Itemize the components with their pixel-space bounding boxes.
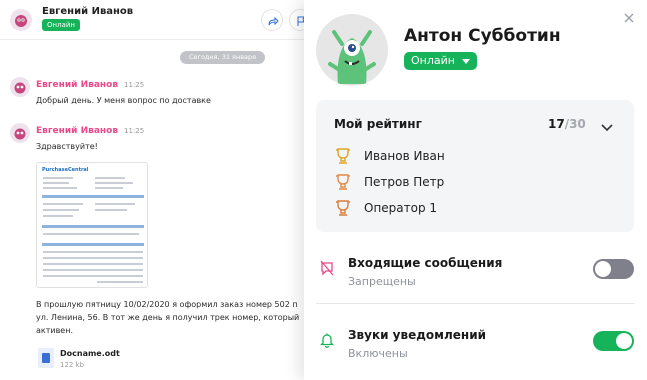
message-time: 11:25: [124, 81, 145, 89]
setting-notification-sounds: Звуки уведомлений Включены: [316, 324, 634, 380]
caret-down-icon: [461, 59, 470, 64]
status-label: Онлайн: [411, 54, 455, 67]
profile-name: Антон Субботин: [404, 26, 561, 46]
trophy-bronze-icon: [336, 200, 350, 216]
rank-name: Оператор 1: [364, 201, 438, 215]
rating-score: 17/30: [548, 117, 586, 131]
notification-sounds-toggle[interactable]: [593, 331, 634, 351]
profile-avatar[interactable]: [316, 14, 388, 86]
message-author: Евгений Иванов: [36, 126, 119, 136]
setting-subtitle: Запрещены: [348, 275, 416, 288]
message-avatar: [10, 77, 30, 97]
chat-header: Евгений Иванов Онлайн: [0, 0, 315, 40]
forward-button[interactable]: [261, 9, 283, 31]
rating-title: Мой рейтинг: [334, 117, 422, 131]
trophy-silver-icon: [336, 174, 350, 190]
divider: [316, 303, 634, 304]
message-body-line: В прошлую пятницу 10/02/2020 я оформил з…: [36, 300, 298, 309]
bell-icon: [320, 333, 334, 348]
message-avatar: [10, 123, 30, 143]
message-time: 11:25: [124, 127, 145, 135]
date-separator: Сегодня, 31 января: [180, 51, 266, 64]
file-size: 122 kb: [60, 361, 85, 369]
rank-name: Петров Петр: [364, 175, 445, 189]
contact-name: Евгений Иванов: [42, 6, 134, 17]
close-button[interactable]: [622, 10, 636, 24]
message-body-line: ул. Ленина, 56. В тот же день я получил …: [36, 313, 300, 322]
contact-avatar[interactable]: [10, 9, 32, 31]
message-author: Евгений Иванов: [36, 80, 119, 90]
message-text: Добрый день. У меня вопрос по доставке: [36, 96, 211, 105]
trophy-gold-icon: [336, 148, 350, 164]
setting-title: Входящие сообщения: [348, 256, 503, 270]
chevron-down-icon[interactable]: [600, 118, 614, 132]
close-icon: [624, 13, 634, 23]
incoming-messages-toggle[interactable]: [593, 259, 634, 279]
chat-area: Евгений Иванов Онлайн Сегодня, 31 января…: [0, 0, 315, 380]
setting-title: Звуки уведомлений: [348, 328, 487, 342]
rating-card: Мой рейтинг 17/30 Иванов Иван Петров Пет…: [316, 100, 634, 232]
rank-name: Иванов Иван: [364, 149, 445, 163]
file-icon[interactable]: [38, 348, 54, 368]
contact-status-badge: Онлайн: [42, 19, 80, 31]
forward-icon: [268, 16, 279, 26]
message-greeting: Здравствуйте!: [36, 142, 98, 151]
setting-incoming-messages: Входящие сообщения Запрещены: [316, 252, 634, 310]
setting-subtitle: Включены: [348, 347, 408, 360]
status-dropdown[interactable]: Онлайн: [404, 52, 477, 70]
document-brand: PurchaseCentral: [42, 167, 89, 173]
message-blocked-icon: [320, 260, 334, 276]
message-body-line: активен.: [36, 326, 74, 335]
profile-panel: Антон Субботин Онлайн Мой рейтинг 17/30 …: [304, 0, 647, 380]
file-name[interactable]: Docname.odt: [60, 349, 120, 358]
document-preview[interactable]: PurchaseCentral: [36, 162, 148, 288]
